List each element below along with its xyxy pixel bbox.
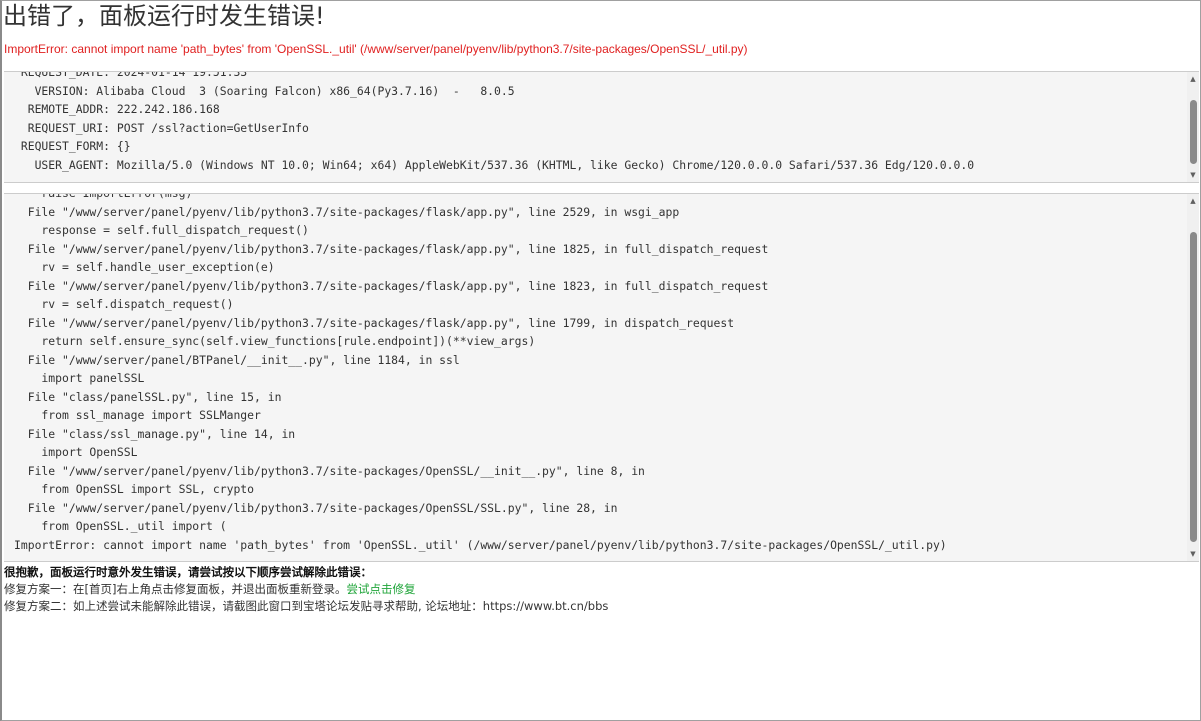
scroll-up-icon[interactable]: ▲	[1187, 73, 1199, 85]
scroll-thumb[interactable]	[1190, 100, 1197, 164]
traceback-text: raise ImportError(msg) File "/www/server…	[14, 193, 947, 552]
try-fix-link[interactable]: 尝试点击修复	[346, 582, 415, 596]
page-title: 出错了，面板运行时发生错误!	[3, 2, 325, 30]
scroll-thumb[interactable]	[1190, 232, 1197, 542]
help-heading: 很抱歉，面板运行时意外发生错误，请尝试按以下顺序尝试解除此错误：	[4, 565, 372, 579]
help-section: 很抱歉，面板运行时意外发生错误，请尝试按以下顺序尝试解除此错误： 修复方案一：在…	[4, 564, 608, 615]
traceback-scrollbar[interactable]: ▲ ▼	[1187, 194, 1199, 561]
scroll-up-icon[interactable]: ▲	[1187, 195, 1199, 207]
error-message: ImportError: cannot import name 'path_by…	[4, 42, 748, 56]
request-info-panel[interactable]: REQUEST_DATE: 2024-01-14 19:51:33 VERSIO…	[4, 71, 1199, 183]
fix-option-one-text: 修复方案一：在[首页]右上角点击修复面板，并退出面板重新登录。	[4, 582, 347, 596]
request-info-scrollbar[interactable]: ▲ ▼	[1187, 72, 1199, 182]
traceback-panel[interactable]: raise ImportError(msg) File "/www/server…	[4, 193, 1199, 562]
fix-option-two: 修复方案二：如上述尝试未能解除此错误，请截图此窗口到宝塔论坛发贴寻求帮助, 论坛…	[4, 599, 609, 613]
fix-option-one: 修复方案一：在[首页]右上角点击修复面板，并退出面板重新登录。尝试点击修复	[4, 581, 608, 598]
scroll-down-icon[interactable]: ▼	[1187, 548, 1199, 560]
scroll-down-icon[interactable]: ▼	[1187, 169, 1199, 181]
request-info-text: REQUEST_DATE: 2024-01-14 19:51:33 VERSIO…	[20, 71, 975, 172]
